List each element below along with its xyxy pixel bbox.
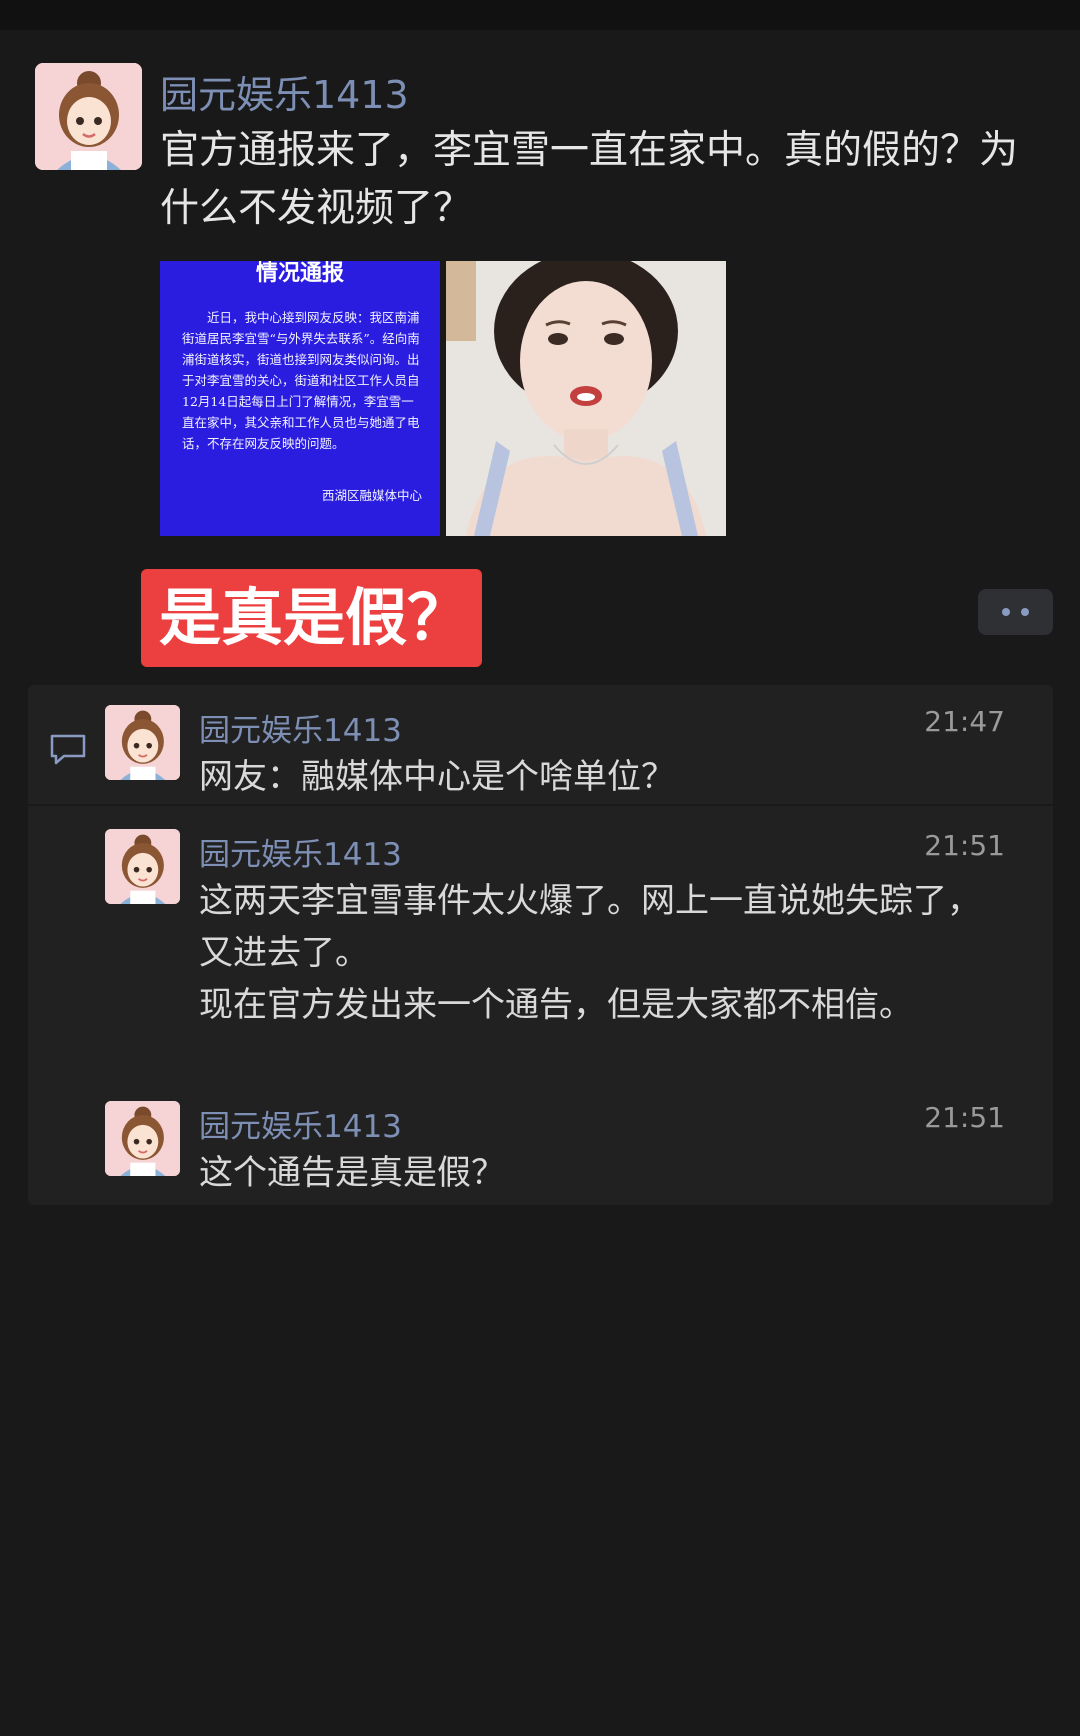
- comment-text-line: 这两天李宜雪事件太火爆了。网上一直说她失踪了，: [199, 881, 981, 921]
- comment-text-line: 网友：融媒体中心是个啥单位？: [199, 757, 675, 797]
- post-text: 官方通报来了，李宜雪一直在家中。真的假的？为什么不发视频了？: [160, 128, 1019, 231]
- comment-divider: [28, 804, 1053, 806]
- cartoon-girl-avatar-art: [105, 705, 180, 780]
- status-bar-strip: [0, 0, 1080, 30]
- comment-author-avatar[interactable]: [105, 1101, 180, 1176]
- cartoon-girl-avatar-art: [105, 1101, 180, 1176]
- more-options-button[interactable]: [978, 589, 1053, 635]
- comment-time: 21:51: [924, 829, 1005, 862]
- comment-text-line: 这个通告是真是假？: [199, 1153, 505, 1193]
- question-tag-text: 是真是假？: [159, 581, 470, 654]
- cartoon-girl-avatar-art: [105, 829, 180, 904]
- comment-author-avatar[interactable]: [105, 705, 180, 780]
- comment-text-line: 现在官方发出来一个通告，但是大家都不相信。: [199, 985, 913, 1025]
- notice-footer: 西湖区融媒体中心: [321, 488, 422, 503]
- woman-portrait-photo: [446, 261, 726, 536]
- comment-text: 网友：融媒体中心是个啥单位？: [199, 751, 1009, 803]
- post-author-name[interactable]: 园元娱乐1413: [160, 64, 409, 119]
- question-tag-banner: 是真是假？: [141, 569, 482, 667]
- comment-author-name[interactable]: 园元娱乐1413: [199, 1101, 402, 1146]
- comment-author-name[interactable]: 园元娱乐1413: [199, 829, 402, 874]
- comment-text-line: 又进去了。: [199, 933, 369, 973]
- cartoon-girl-avatar-art: [35, 63, 142, 170]
- notice-image[interactable]: 情况通报 近日，我中心接到网友反映：我区南浦街道居民李宜雪“与外界失去联系”。经…: [160, 261, 440, 536]
- woman-photo-image[interactable]: [446, 261, 726, 536]
- comment-text: 这两天李宜雪事件太火爆了。网上一直说她失踪了， 又进去了。 现在官方发出来一个通…: [199, 875, 1009, 1031]
- comment-text: 这个通告是真是假？: [199, 1147, 1009, 1199]
- comment-time: 21:47: [924, 705, 1005, 738]
- more-dots-icon: [1021, 608, 1029, 616]
- comment-author-avatar[interactable]: [105, 829, 180, 904]
- more-dots-icon: [1002, 608, 1010, 616]
- comment-author-name[interactable]: 园元娱乐1413: [199, 705, 402, 750]
- post-author-avatar[interactable]: [35, 63, 142, 170]
- comment-time: 21:51: [924, 1101, 1005, 1134]
- comment-bubble-icon[interactable]: [48, 732, 88, 768]
- notice-body: 近日，我中心接到网友反映：我区南浦街道居民李宜雪“与外界失去联系”。经向南浦街道…: [182, 310, 420, 451]
- notice-title: 情况通报: [255, 261, 344, 286]
